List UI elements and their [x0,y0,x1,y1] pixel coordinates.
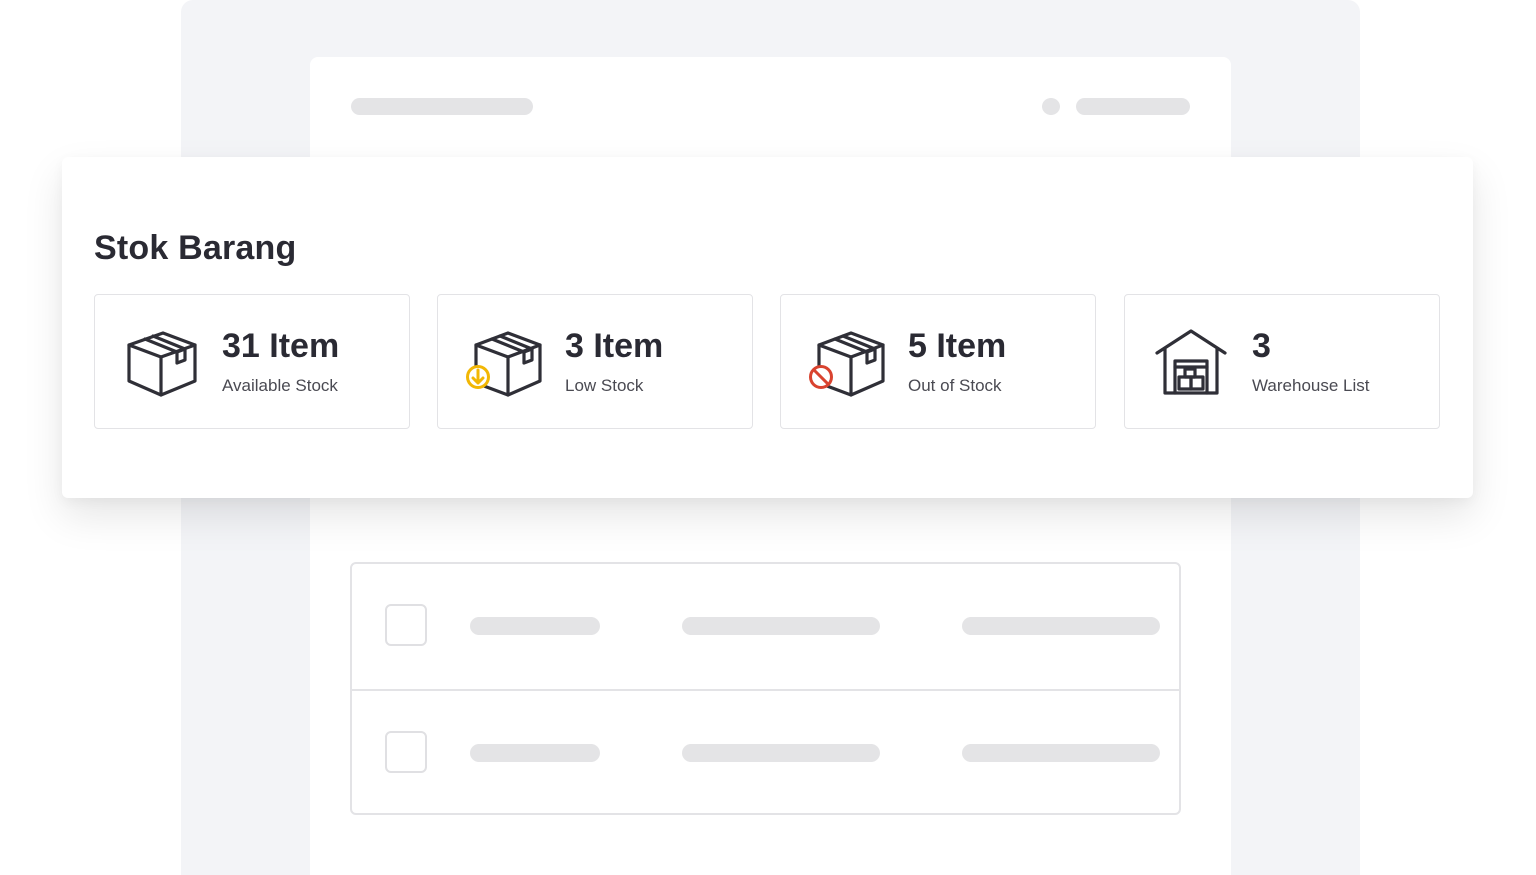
tile-available-stock[interactable]: 31 Item Available Stock [94,294,410,429]
cell-placeholder [962,744,1160,762]
row-checkbox[interactable] [385,604,427,646]
warehouse-icon [1155,329,1227,395]
row-checkbox[interactable] [385,731,427,773]
tile-label: Low Stock [565,376,644,395]
cell-placeholder [470,744,600,762]
stock-title: Stok Barang [94,229,297,267]
tile-label: Available Stock [222,376,338,395]
tile-warehouse-list[interactable]: 3 Warehouse List [1124,294,1440,429]
tile-value: 31 Item [222,327,340,365]
tile-label: Out of Stock [908,376,1002,395]
box-low-stock-icon [466,331,542,397]
cell-placeholder [470,617,600,635]
box-out-of-stock-icon [809,331,885,397]
tile-value: 3 Item [565,327,664,365]
table-row[interactable] [352,691,1179,816]
header-avatar-placeholder [1042,98,1060,115]
header-title-placeholder [351,98,533,115]
tile-low-stock[interactable]: 3 Item Low Stock [437,294,753,429]
header-user-placeholder [1076,98,1190,115]
table-row[interactable] [352,564,1179,691]
cell-placeholder [682,617,880,635]
items-table [350,562,1181,815]
tile-value: 5 Item [908,327,1007,365]
box-icon [127,331,197,397]
cell-placeholder [962,617,1160,635]
cell-placeholder [682,744,880,762]
tile-value: 3 [1252,327,1271,365]
stock-summary-card: Stok Barang 31 Item Available Stock 3 It… [62,157,1473,498]
tile-label: Warehouse List [1252,376,1370,395]
tile-out-of-stock[interactable]: 5 Item Out of Stock [780,294,1096,429]
